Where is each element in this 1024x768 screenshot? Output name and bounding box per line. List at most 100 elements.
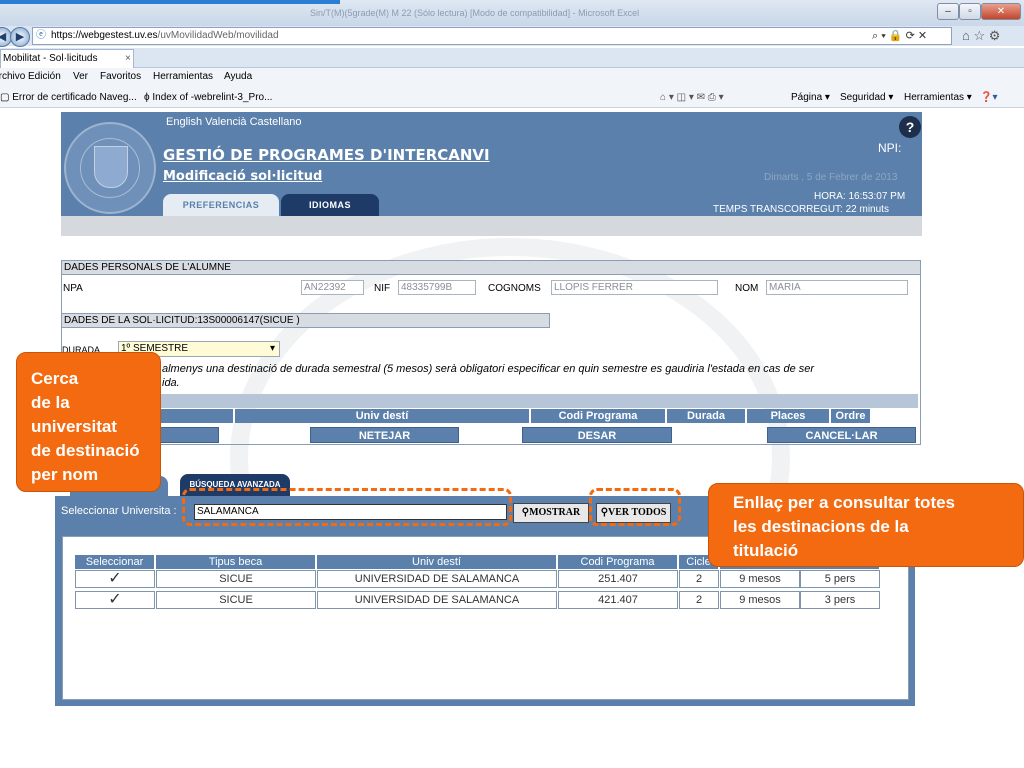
tab-mobilitat[interactable]: Mobilitat - Sol·licituds ×: [0, 49, 134, 68]
page-icon: ⓔ: [36, 30, 46, 41]
col-tipus-beca: Tipus beca: [156, 555, 316, 569]
cognoms-label: COGNOMS: [488, 283, 541, 294]
url-domain: https://webgestest.uv.es: [51, 30, 158, 41]
fav-icon: ▢: [0, 92, 13, 103]
window-title: Sin/T(M)(5grade(M) M 22 (Sólo lectura) […: [310, 8, 640, 18]
callout-line: per nom: [31, 465, 99, 484]
menu-archivo[interactable]: Archivo: [0, 71, 25, 82]
search-icon: ⚲: [521, 507, 530, 518]
titlebar-accent: [0, 0, 340, 4]
page-subtitle: Modificació sol·licitud: [163, 169, 323, 184]
forward-icon[interactable]: ▶: [10, 27, 30, 47]
header-band: [61, 216, 922, 236]
callout-line: les destinacions de la: [733, 517, 909, 536]
row1-places: 5 pers: [800, 570, 880, 588]
fav-cert-error[interactable]: ▢ Error de certificado Naveg...: [0, 92, 137, 103]
npa-field[interactable]: AN22392: [301, 280, 364, 295]
elapsed-time: TEMPS TRANSCORREGUT: 22 minuts: [713, 204, 889, 215]
menu-ver[interactable]: Ver: [73, 71, 88, 82]
row2-tipus: SICUE: [156, 591, 316, 609]
current-time: HORA: 16:53:07 PM: [814, 191, 906, 202]
help-icon[interactable]: ?: [899, 116, 921, 138]
checkmark-icon[interactable]: ✓: [75, 591, 155, 609]
address-bar[interactable]: ⓔ https://webgestest.uv.es/uvMovilidadWe…: [32, 27, 952, 45]
page-title: GESTIÓ DE PROGRAMES D'INTERCANVI: [163, 146, 490, 164]
row2-cicle: 2: [679, 591, 719, 609]
col-codi-programa: Codi Programa: [558, 555, 678, 569]
request-section-title: DADES DE LA SOL·LICITUD:13S00006147(SICU…: [61, 313, 550, 328]
fav-label: Error de certificado Naveg...: [12, 92, 137, 103]
menu-ayuda[interactable]: Ayuda: [224, 71, 252, 82]
nif-label: NIF: [374, 283, 391, 294]
col-codi-programa: Codi Programa: [531, 409, 666, 423]
cmd-pagina[interactable]: Página ▾: [791, 92, 830, 103]
fav-index[interactable]: ϕ Index of -webrelint-3_Pro...: [144, 92, 272, 103]
vertodos-highlight-box: [589, 488, 681, 526]
npi-label: NPI:: [878, 141, 902, 155]
col-univ-desti: Univ destí: [317, 555, 557, 569]
university-seal-icon: [64, 122, 156, 214]
fav-label: Index of -webrelint-3_Pro...: [152, 92, 273, 103]
chevron-down-icon: ▾: [269, 343, 275, 354]
col-univ-desti: Univ destí: [235, 409, 530, 423]
col-seleccionar: Seleccionar: [75, 555, 155, 569]
callout-line: universitat: [31, 417, 117, 436]
row1-codi: 251.407: [558, 570, 678, 588]
tab-idiomas[interactable]: IDIOMAS: [281, 194, 379, 216]
callout-line: Enllaç per a consultar totes: [733, 493, 956, 512]
row1-univ: UNIVERSIDAD DE SALAMANCA: [317, 570, 557, 588]
search-label: Seleccionar Universita :: [61, 505, 177, 517]
window-titlebar: Sin/T(M)(5grade(M) M 22 (Sólo lectura) […: [0, 0, 1024, 26]
nom-field[interactable]: MARIA: [766, 280, 908, 295]
nom-label: NOM: [735, 283, 759, 294]
address-actions-icon[interactable]: ⌕ ▾ 🔒 ⟳ ✕: [872, 29, 927, 43]
personal-section-title: DADES PERSONALS DE L'ALUMNE: [61, 260, 921, 275]
home-star-gear-icon[interactable]: ⌂ ☆ ⚙: [962, 28, 1000, 44]
row2-codi: 421.407: [558, 591, 678, 609]
row1-tipus: SICUE: [156, 570, 316, 588]
tab-label: Mobilitat - Sol·licituds: [3, 53, 98, 64]
minimize-icon[interactable]: –: [937, 3, 959, 20]
netejar-button[interactable]: NETEJAR: [310, 427, 459, 443]
close-icon[interactable]: ✕: [981, 3, 1021, 20]
cmd-herramientas[interactable]: Herramientas ▾: [904, 92, 972, 103]
maximize-icon[interactable]: ▫: [959, 3, 981, 20]
row2-durada: 9 mesos: [720, 591, 800, 609]
row2-univ: UNIVERSIDAD DE SALAMANCA: [317, 591, 557, 609]
row2-places: 3 pers: [800, 591, 880, 609]
row1-cicle: 2: [679, 570, 719, 588]
menu-edicion[interactable]: Edición: [28, 71, 61, 82]
col-ordre: Ordre: [831, 409, 871, 423]
callout-line: de destinació: [31, 441, 140, 460]
tab-close-icon[interactable]: ×: [125, 50, 131, 67]
checkmark-icon[interactable]: ✓: [75, 570, 155, 588]
language-links[interactable]: English Valencià Castellano: [166, 116, 302, 128]
warning-line-2: ida.: [162, 377, 180, 389]
menu-herramientas[interactable]: Herramientas: [153, 71, 213, 82]
col-places: Places: [747, 409, 830, 423]
callout-line: titulació: [733, 541, 799, 560]
menu-favoritos[interactable]: Favoritos: [100, 71, 141, 82]
nif-field[interactable]: 48335799B: [398, 280, 476, 295]
tab-preferencias[interactable]: PREFERENCIAS: [163, 194, 279, 216]
search-highlight-box: [182, 488, 512, 526]
mostrar-label: MOSTRAR: [529, 507, 581, 518]
durada-warning: almenys una destinació de durada semestr…: [162, 362, 902, 390]
callout-view-all: Enllaç per a consultar totes les destina…: [708, 483, 1024, 567]
cmd-label: Herramientas: [904, 92, 965, 103]
cmd-icons[interactable]: ⌂ ▾ ◫ ▾ ✉ ⎙ ▾: [660, 92, 724, 103]
callout-search-by-name: Cerca de la universitat de destinació pe…: [16, 352, 161, 492]
cmd-seguridad[interactable]: Seguridad ▾: [840, 92, 893, 103]
cancelar-button[interactable]: CANCEL·LAR: [767, 427, 916, 443]
current-date: Dimarts , 5 de Febrer de 2013: [764, 172, 898, 183]
col-durada: Durada: [667, 409, 746, 423]
mostrar-button[interactable]: ⚲MOSTRAR: [513, 503, 589, 523]
npa-label: NPA: [63, 283, 83, 294]
help-cmd-icon[interactable]: ❓▾: [980, 92, 997, 103]
seal-shield: [94, 146, 128, 188]
tab-row: [0, 48, 1024, 68]
desar-button[interactable]: DESAR: [522, 427, 672, 443]
row1-durada: 9 mesos: [720, 570, 800, 588]
callout-line: de la: [31, 393, 70, 412]
cognoms-field[interactable]: LLOPIS FERRER: [551, 280, 718, 295]
